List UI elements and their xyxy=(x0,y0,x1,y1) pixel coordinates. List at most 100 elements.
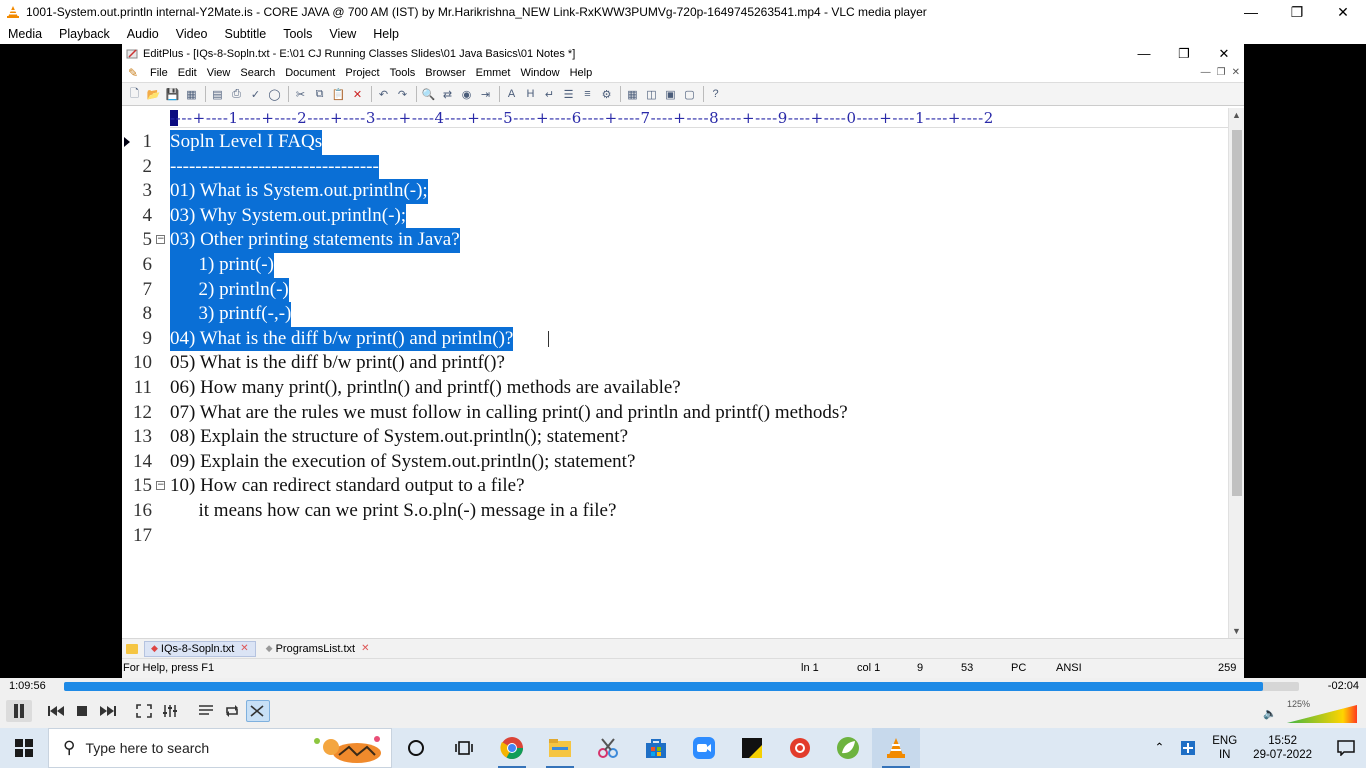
tab-modified-icon: ◆ xyxy=(265,643,273,653)
cortana-circle-icon xyxy=(408,740,424,756)
ep-menu-edit: Edit xyxy=(177,66,197,79)
status-help: For Help, press F1 xyxy=(123,662,215,674)
loop-button[interactable] xyxy=(220,700,244,722)
search-icon: ⚲ xyxy=(63,738,76,757)
lang-bottom: IN xyxy=(1218,749,1231,761)
volume-slider[interactable] xyxy=(1287,705,1357,723)
menu-tools[interactable]: Tools xyxy=(275,27,321,41)
menu-playback[interactable]: Playback xyxy=(51,27,119,41)
taskbar-zoom[interactable] xyxy=(680,728,728,768)
save-icon: 💾 xyxy=(165,88,180,101)
volume-fill xyxy=(1287,705,1357,723)
volume-control[interactable]: 🔈 125% xyxy=(1263,699,1359,723)
menu-help[interactable]: Help xyxy=(365,27,408,41)
stop-button[interactable] xyxy=(70,700,94,722)
restore-button[interactable]: ❐ xyxy=(1274,0,1320,24)
fullscreen-icon: ▢ xyxy=(684,88,695,101)
document-tab-bar: ◆ IQs-8-Sopln.txt ✕ ◆ ProgramsList.txt ✕ xyxy=(122,638,1244,658)
shuffle-button[interactable] xyxy=(246,700,270,722)
vlc-cone-icon xyxy=(7,6,19,18)
menu-view[interactable]: View xyxy=(321,27,365,41)
fold-collapse-icon: − xyxy=(156,480,165,491)
next-button[interactable] xyxy=(96,700,120,722)
line-number: 3 xyxy=(142,180,153,202)
editor-line: 8 3) printf(-,-) xyxy=(122,302,1228,327)
editor-line: 13 08) Explain the structure of System.o… xyxy=(122,425,1228,450)
search-highlight-art-icon xyxy=(314,736,381,763)
sticky-note-icon xyxy=(742,738,762,758)
equalizer-icon xyxy=(163,705,177,717)
playlist-button[interactable] xyxy=(194,700,218,722)
time-remaining[interactable]: -02:04 xyxy=(1328,680,1359,692)
taskbar-sticky-notes[interactable] xyxy=(728,728,776,768)
windows-taskbar: ⚲ Type here to search ⌃ ENG IN 15:52 29-… xyxy=(0,728,1366,768)
editplus-menubar: ✎ File Edit View Search Document Project… xyxy=(122,63,1244,82)
taskbar-snipping-tool[interactable] xyxy=(584,728,632,768)
extended-settings-button[interactable] xyxy=(158,700,182,722)
tray-app-icon[interactable] xyxy=(1172,740,1204,756)
line-number: 1 xyxy=(142,131,153,152)
minimize-button[interactable]: — xyxy=(1228,0,1274,24)
menu-video[interactable]: Video xyxy=(168,27,217,41)
ep-menu-tools: Tools xyxy=(389,66,416,79)
start-button[interactable] xyxy=(0,728,48,768)
toolbar-separator xyxy=(620,86,621,102)
menu-audio[interactable]: Audio xyxy=(119,27,168,41)
editor-line: 15 − 10) How can redirect standard outpu… xyxy=(122,474,1228,499)
close-button[interactable]: ✕ xyxy=(1320,0,1366,24)
toolbar-separator xyxy=(371,86,372,102)
taskbar-vlc[interactable] xyxy=(872,728,920,768)
editor-line: 17 xyxy=(122,524,1228,549)
video-area[interactable]: EditPlus - [IQs-8-Sopln.txt - E:\01 CJ R… xyxy=(0,44,1366,741)
doc-tab-programslist: ◆ ProgramsList.txt ✕ xyxy=(260,642,376,656)
editplus-title-bar: EditPlus - [IQs-8-Sopln.txt - E:\01 CJ R… xyxy=(122,44,1244,63)
line-number: 8 xyxy=(142,303,153,325)
show-hidden-icons-button[interactable]: ⌃ xyxy=(1147,741,1173,755)
window-list-icon: ▦ xyxy=(627,88,638,101)
toolbar-separator xyxy=(288,86,289,102)
status-chars: 53 xyxy=(961,662,974,674)
line-text: 04) What is the diff b/w print() and pri… xyxy=(170,326,514,352)
taskbar-store[interactable] xyxy=(632,728,680,768)
folder-icon xyxy=(126,643,138,654)
pause-button[interactable] xyxy=(6,700,32,722)
toolbar-separator xyxy=(205,86,206,102)
ruler-icon: ☰ xyxy=(563,88,574,101)
notification-center-button[interactable] xyxy=(1326,740,1366,756)
ep-menu-emmet: Emmet xyxy=(475,66,511,79)
seek-bar[interactable] xyxy=(64,682,1299,691)
taskbar-chrome[interactable] xyxy=(488,728,536,768)
taskbar-screen-recorder[interactable] xyxy=(776,728,824,768)
editor-line: 11 06) How many print(), println() and p… xyxy=(122,376,1228,401)
line-number: 6 xyxy=(142,254,153,275)
line-text: 07) What are the rules we must follow in… xyxy=(170,401,848,423)
task-view-button[interactable] xyxy=(440,728,488,768)
speaker-icon[interactable]: 🔈 xyxy=(1263,707,1277,720)
line-number: 13 xyxy=(133,426,152,448)
line-number: 11 xyxy=(133,377,152,398)
editor-vertical-scrollbar: ▲ ▼ xyxy=(1228,108,1244,638)
language-indicator[interactable]: ENG IN xyxy=(1204,734,1245,762)
ep-menu-document: Document xyxy=(285,66,336,79)
taskbar-search[interactable]: ⚲ Type here to search xyxy=(48,728,392,768)
store-bag-icon xyxy=(646,739,666,758)
clock[interactable]: 15:52 29-07-2022 xyxy=(1245,734,1326,762)
find-icon: 🔍 xyxy=(421,88,436,101)
fullscreen-button[interactable] xyxy=(132,700,156,722)
line-text: 06) How many print(), println() and prin… xyxy=(170,377,681,398)
goto-line-icon: ⇥ xyxy=(480,88,491,101)
record-icon xyxy=(790,738,810,758)
previous-button[interactable] xyxy=(44,700,68,722)
menu-subtitle[interactable]: Subtitle xyxy=(217,27,276,41)
taskbar-file-explorer[interactable] xyxy=(536,728,584,768)
cortana-button[interactable] xyxy=(392,728,440,768)
find-in-files-icon: ◉ xyxy=(461,88,472,101)
clock-time: 15:52 xyxy=(1268,735,1297,747)
clock-date: 29-07-2022 xyxy=(1253,749,1312,761)
taskbar-eclipse[interactable] xyxy=(824,728,872,768)
zoom-camera-icon xyxy=(693,737,715,759)
menu-media[interactable]: Media xyxy=(0,27,51,41)
system-tray: ⌃ ENG IN 15:52 29-07-2022 xyxy=(1147,728,1366,768)
ep-menu-view: View xyxy=(206,66,231,79)
print-preview-icon: ▤ xyxy=(212,88,223,101)
